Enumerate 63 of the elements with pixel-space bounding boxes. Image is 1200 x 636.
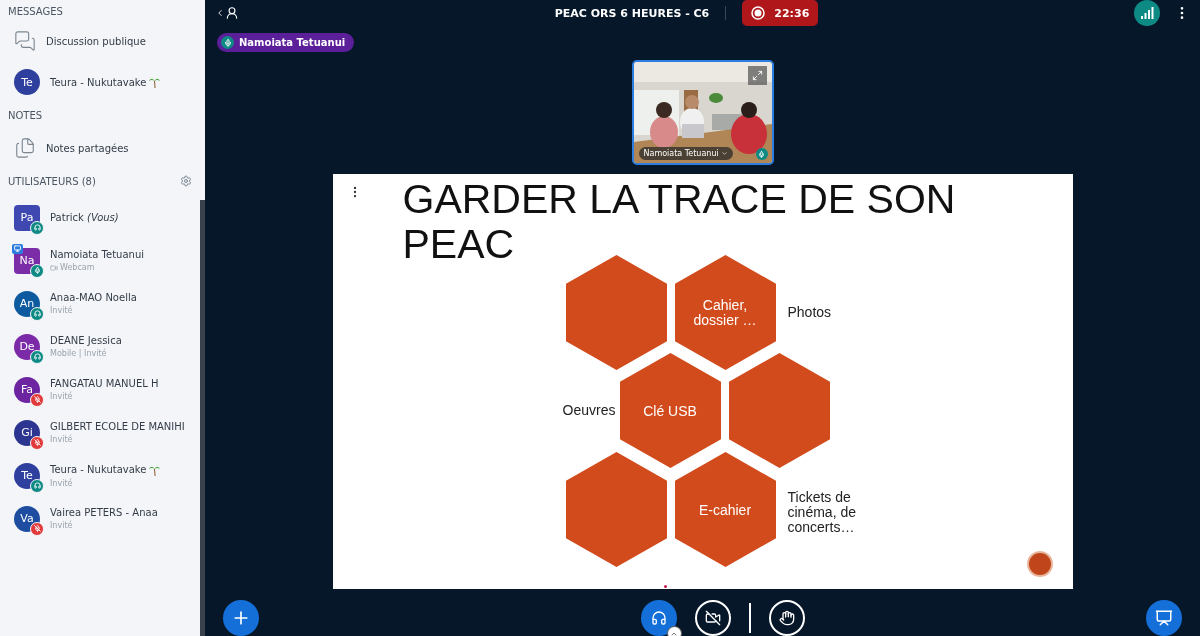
record-icon [751, 6, 766, 20]
connection-status-icon[interactable] [1134, 0, 1160, 26]
user-status: Invité [50, 392, 73, 401]
settings-icon[interactable] [180, 175, 192, 187]
webcam-button[interactable] [694, 600, 731, 636]
chat-bubbles-icon [14, 30, 36, 52]
hand-icon [778, 610, 795, 626]
user-name[interactable]: Anaa-MAO Noella [50, 292, 137, 303]
avatar-initials: Va [20, 512, 34, 525]
user-status: Mobile | Invité [50, 349, 107, 358]
recording-button[interactable]: 22:36 [742, 0, 819, 26]
avatar-initials: Te [21, 75, 33, 89]
slide-label: Photos [787, 305, 833, 320]
hexagon-label: Cahier, dossier … [692, 297, 758, 328]
chat-item[interactable]: Teura - Nukutavake [50, 76, 147, 88]
caret-icon[interactable] [666, 626, 682, 636]
user-name[interactable]: Patrick (Vous) [50, 212, 119, 223]
user-name[interactable]: Teura - Nukutavake [50, 464, 147, 475]
hexagon-label: Clé USB [642, 403, 698, 418]
talker-name: Namoiata Tetuanui [239, 37, 346, 48]
user-status: Invité [50, 435, 73, 444]
slide-title: GARDER LA TRACE DE SON PEAC [402, 177, 957, 267]
documents-icon [14, 137, 36, 159]
logo-icon [1026, 551, 1053, 577]
video-camera-off-icon [704, 610, 721, 626]
slide-label: Tickets de cinéma, de concerts… [787, 490, 857, 535]
raise-hand-button[interactable] [768, 600, 805, 636]
headphones-icon [650, 610, 667, 626]
avatar-initials: De [19, 340, 35, 353]
meeting-title: PEAC ORS 6 HEURES - C6 [554, 6, 710, 20]
avatar-initials: Gi [21, 426, 33, 439]
user-status: Invité [50, 521, 73, 530]
user-name[interactable]: GILBERT ECOLE DE MANIHI [50, 421, 185, 432]
avatar-initials: Na [19, 254, 35, 267]
presentation-screen-icon [1155, 609, 1173, 627]
user-list-toggle-icon[interactable] [215, 6, 239, 20]
chat-item[interactable]: Discussion publique [46, 35, 146, 47]
scrollbar[interactable] [200, 200, 205, 636]
hexagon-label: E-cahier [697, 502, 753, 517]
user-name[interactable]: FANGATAU MANUEL H [50, 378, 159, 389]
webcam-name-label[interactable]: Namoiata Tetuanui [638, 147, 733, 160]
user-name[interactable]: DEANE Jessica [50, 335, 122, 346]
section-title: MESSAGES [8, 5, 63, 17]
palm-tree-icon [149, 76, 161, 88]
section-title: UTILISATEURS (8) [8, 175, 96, 187]
user-name[interactable]: Namoiata Tetuanui [50, 249, 144, 260]
slide-position-dot [663, 585, 667, 588]
avatar-initials: An [19, 297, 35, 310]
notes-item[interactable]: Notes partagées [46, 142, 129, 154]
caret-icon [720, 150, 728, 157]
section-title: NOTES [8, 109, 43, 121]
microphone-icon [221, 36, 234, 49]
user-name[interactable]: Vairea PETERS - Anaa [50, 507, 158, 518]
presentation-button[interactable] [1146, 600, 1182, 636]
user-status: Webcam [60, 263, 95, 272]
avatar-initials: Te [21, 469, 33, 482]
user-status: Invité [50, 478, 73, 488]
slide-label: Oeuvres [562, 403, 616, 418]
user-status: Invité [50, 306, 73, 315]
audio-button[interactable] [640, 600, 677, 636]
add-action-button[interactable] [223, 600, 259, 636]
avatar-initials: Fa [20, 383, 34, 396]
avatar-initials: Pa [20, 211, 34, 224]
